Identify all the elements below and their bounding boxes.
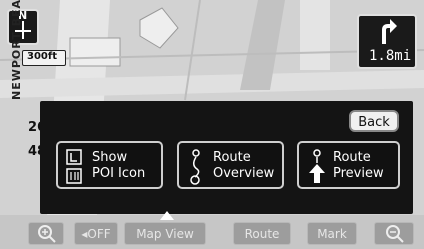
zoom-in-button[interactable] (28, 222, 64, 245)
button-label-line1: Show (92, 150, 128, 165)
off-label: OFF (87, 227, 111, 241)
next-turn-indicator[interactable]: 1.8mi (357, 14, 417, 69)
poi-icon (66, 149, 82, 184)
turn-distance: 1.8mi (369, 48, 412, 64)
zoom-out-icon (386, 225, 404, 243)
route-overview-button[interactable]: Route Overview (177, 141, 284, 189)
scale-indicator: 300ft (22, 50, 66, 66)
back-button[interactable]: Back (349, 110, 399, 132)
route-preview-icon (309, 149, 325, 183)
turn-right-arrow-icon (382, 19, 397, 44)
route-button[interactable]: Route (233, 222, 291, 245)
button-label-line2: POI Icon (92, 166, 146, 181)
button-label-line1: Route (213, 150, 251, 165)
street-name: NEWPORT BEACH AVE (10, 0, 23, 100)
show-poi-icon-button[interactable]: Show POI Icon (56, 141, 163, 189)
route-preview-button[interactable]: Route Preview (297, 141, 400, 189)
off-button[interactable]: ◂OFF (74, 222, 118, 245)
button-label-line2: Preview (333, 166, 384, 181)
panel-pointer (160, 211, 174, 220)
route-overview-icon (190, 149, 200, 185)
scale-label: 300ft (27, 51, 58, 62)
button-label-line1: Route (333, 150, 371, 165)
map-view-button[interactable]: Map View (124, 222, 206, 245)
zoom-in-icon (38, 225, 56, 243)
mark-button[interactable]: Mark (307, 222, 357, 245)
button-label-line2: Overview (213, 166, 275, 181)
zoom-out-button[interactable] (374, 222, 414, 245)
